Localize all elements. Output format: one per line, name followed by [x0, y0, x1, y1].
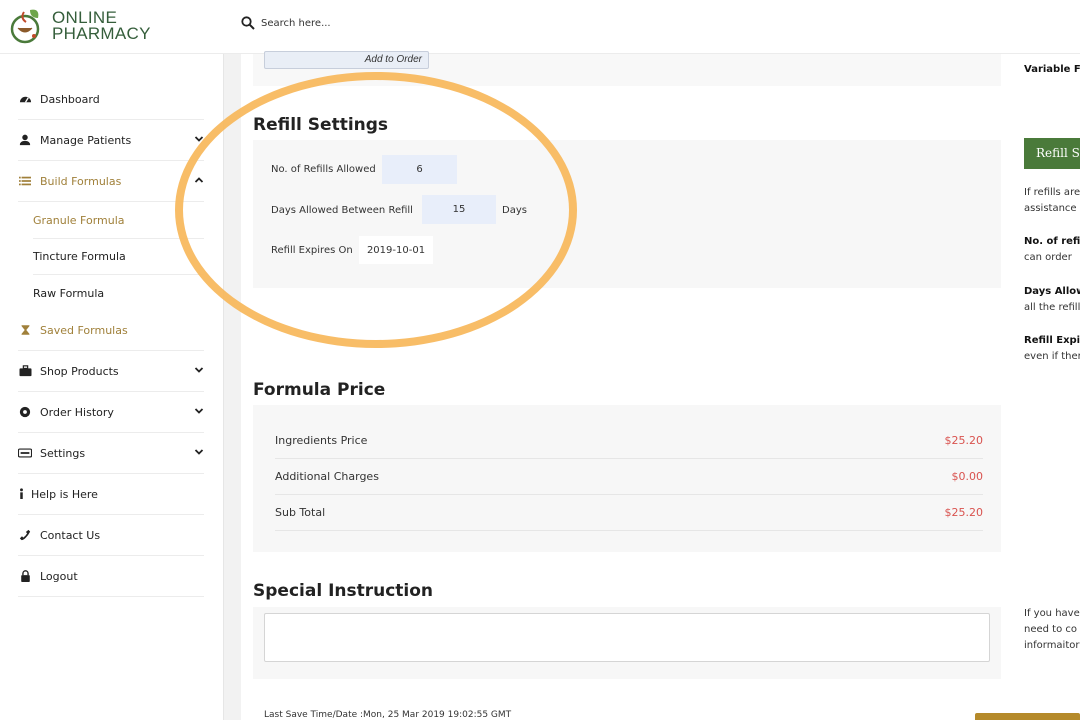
chevron-down-icon[interactable] [194, 406, 204, 416]
formula-price-title: Formula Price [253, 380, 386, 400]
search-icon[interactable] [241, 16, 255, 30]
refill-settings-title: Refill Settings [253, 115, 389, 135]
special-instruction-textarea[interactable] [264, 613, 990, 662]
brand-line-2: PHARMACY [52, 24, 151, 43]
sidebar-gutter [224, 54, 241, 720]
search-input[interactable] [261, 17, 461, 29]
add-to-order-button[interactable]: Add to Order [264, 51, 429, 69]
sidebar-item-label: Dashboard [40, 92, 100, 106]
days-between-refill-input[interactable] [422, 195, 496, 224]
sidebar-subitem-granule-formula[interactable]: Granule Formula [33, 203, 204, 239]
briefcase-icon [18, 364, 32, 378]
price-amount: $25.20 [944, 434, 984, 447]
sidebar-item-label: Shop Products [40, 364, 119, 378]
refills-allowed-input[interactable] [382, 155, 457, 184]
user-icon [18, 133, 32, 147]
sidebar-item-shop-products[interactable]: Shop Products [18, 351, 204, 392]
refill-settings-help-button[interactable]: Refill Se [1024, 138, 1080, 169]
refill-expires-label: Refill Expires On [271, 245, 353, 256]
brand-logo[interactable]: ONLINE PHARMACY [10, 6, 151, 46]
refill-settings-panel: No. of Refills Allowed Days Allowed Betw… [253, 140, 1001, 288]
phone-icon [18, 528, 32, 542]
chevron-up-icon[interactable] [194, 175, 204, 185]
sidebar-subitem-tincture-formula[interactable]: Tincture Formula [33, 239, 204, 275]
sidebar: Dashboard Manage Patients Build Formulas… [0, 54, 224, 720]
days-unit-label: Days [502, 205, 527, 216]
sidebar-item-manage-patients[interactable]: Manage Patients [18, 120, 204, 161]
special-instruction-title: Special Instruction [253, 581, 434, 601]
sidebar-item-logout[interactable]: Logout [18, 556, 204, 597]
price-label: Ingredients Price [275, 434, 368, 447]
info-icon [18, 487, 24, 501]
price-row-ingredients: Ingredients Price $25.20 [275, 423, 983, 459]
dashboard-icon [18, 92, 32, 106]
price-amount: $0.00 [951, 470, 984, 483]
last-save-timestamp: Last Save Time/Date :Mon, 25 Mar 2019 19… [264, 710, 512, 720]
price-amount: $25.20 [944, 506, 984, 519]
sidebar-item-label: Manage Patients [40, 133, 132, 147]
hourglass-icon [18, 323, 32, 337]
list-icon [18, 174, 32, 188]
sidebar-item-label: Contact Us [40, 528, 101, 542]
price-row-subtotal: Sub Total $25.20 [275, 495, 983, 531]
help-paragraph-3: Days Allow all the refill [1024, 286, 1080, 313]
save-button[interactable] [975, 713, 1080, 720]
chevron-down-icon[interactable] [194, 134, 204, 144]
sidebar-item-dashboard[interactable]: Dashboard [18, 79, 204, 120]
sidebar-item-help[interactable]: Help is Here [18, 474, 204, 515]
sidebar-item-order-history[interactable]: Order History [18, 392, 204, 433]
help-paragraph-2: No. of refillcan order [1024, 236, 1080, 263]
sidebar-item-label: Order History [40, 405, 114, 419]
sidebar-item-settings[interactable]: Settings [18, 433, 204, 474]
top-header: ONLINE PHARMACY [0, 0, 1080, 54]
sidebar-item-label: Build Formulas [40, 174, 122, 188]
formula-price-panel: Ingredients Price $25.20 Additional Char… [253, 405, 1001, 552]
sidebar-item-build-formulas[interactable]: Build Formulas [18, 161, 204, 202]
help-paragraph-4: Refill Expiryeven if ther [1024, 335, 1080, 362]
price-label: Sub Total [275, 506, 326, 519]
lock-icon [18, 569, 32, 583]
help-variable-title: Variable Fo [1024, 64, 1080, 75]
sidebar-item-label: Logout [40, 569, 78, 583]
mortar-leaf-icon [10, 9, 40, 44]
sidebar-item-saved-formulas[interactable]: Saved Formulas [18, 310, 204, 351]
chevron-down-icon[interactable] [194, 365, 204, 375]
sidebar-item-label: Saved Formulas [40, 323, 128, 337]
sidebar-subitem-raw-formula[interactable]: Raw Formula [33, 275, 204, 311]
price-row-additional: Additional Charges $0.00 [275, 459, 983, 495]
sidebar-item-contact-us[interactable]: Contact Us [18, 515, 204, 556]
record-icon [18, 405, 32, 419]
chevron-down-icon[interactable] [194, 447, 204, 457]
refills-allowed-label: No. of Refills Allowed [271, 164, 376, 175]
refill-expires-input[interactable] [359, 236, 433, 264]
price-label: Additional Charges [275, 470, 379, 483]
sidebar-item-label: Settings [40, 446, 86, 460]
days-between-refill-label: Days Allowed Between Refill [271, 205, 413, 216]
search-bar[interactable] [241, 16, 461, 30]
help-paragraph-5: If you have need to co informaitor [1024, 608, 1080, 651]
sidebar-item-label: Help is Here [31, 487, 98, 501]
keyboard-icon [18, 446, 32, 460]
help-paragraph-1: If refills are assistance [1024, 187, 1080, 214]
